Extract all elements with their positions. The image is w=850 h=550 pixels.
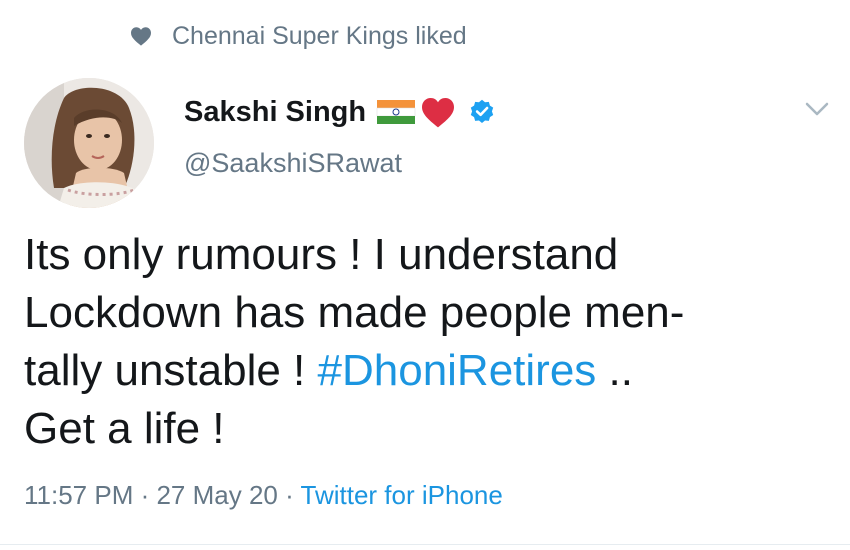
tweet-text: Its only rumours ! I understand Lockdown… <box>24 226 824 458</box>
hashtag-link[interactable]: #DhoniRetires <box>318 346 597 395</box>
avatar[interactable] <box>24 78 154 208</box>
author-name-row[interactable]: Sakshi Singh <box>184 92 496 132</box>
display-name[interactable]: Sakshi Singh <box>184 96 366 129</box>
tweet-source-link[interactable]: Twitter for iPhone <box>301 480 503 510</box>
avatar-photo <box>24 78 154 208</box>
tweet-text-line: Lockdown has made people men- <box>24 288 685 337</box>
social-context: Chennai Super Kings liked <box>130 20 467 52</box>
tweet-text-line: Its only rumours ! I understand <box>24 230 619 279</box>
author-handle[interactable]: @SaakshiSRawat <box>184 148 402 179</box>
red-heart-emoji <box>422 98 455 128</box>
tweet-time[interactable]: 11:57 PM <box>24 480 133 510</box>
social-context-text: Chennai Super Kings liked <box>172 21 467 50</box>
meta-separator: · <box>277 480 301 510</box>
india-flag-emoji <box>376 100 416 124</box>
chevron-down-icon[interactable] <box>804 100 830 118</box>
tweet-meta: 11:57 PM · 27 May 20 · Twitter for iPhon… <box>24 480 503 511</box>
tweet-text-fragment: tally unstable ! <box>24 346 318 395</box>
tweet-text-line: tally unstable ! #DhoniRetires .. <box>24 342 824 400</box>
tweet-date[interactable]: 27 May 20 <box>156 480 277 510</box>
heart-icon <box>131 27 151 46</box>
tweet-card[interactable]: Chennai Super Kings liked Sakshi Singh @… <box>0 0 850 550</box>
divider <box>0 544 850 545</box>
meta-separator: · <box>133 480 157 510</box>
tweet-text-line: Get a life ! <box>24 404 225 453</box>
tweet-text-fragment: .. <box>596 346 633 395</box>
verified-badge-icon <box>470 99 494 123</box>
